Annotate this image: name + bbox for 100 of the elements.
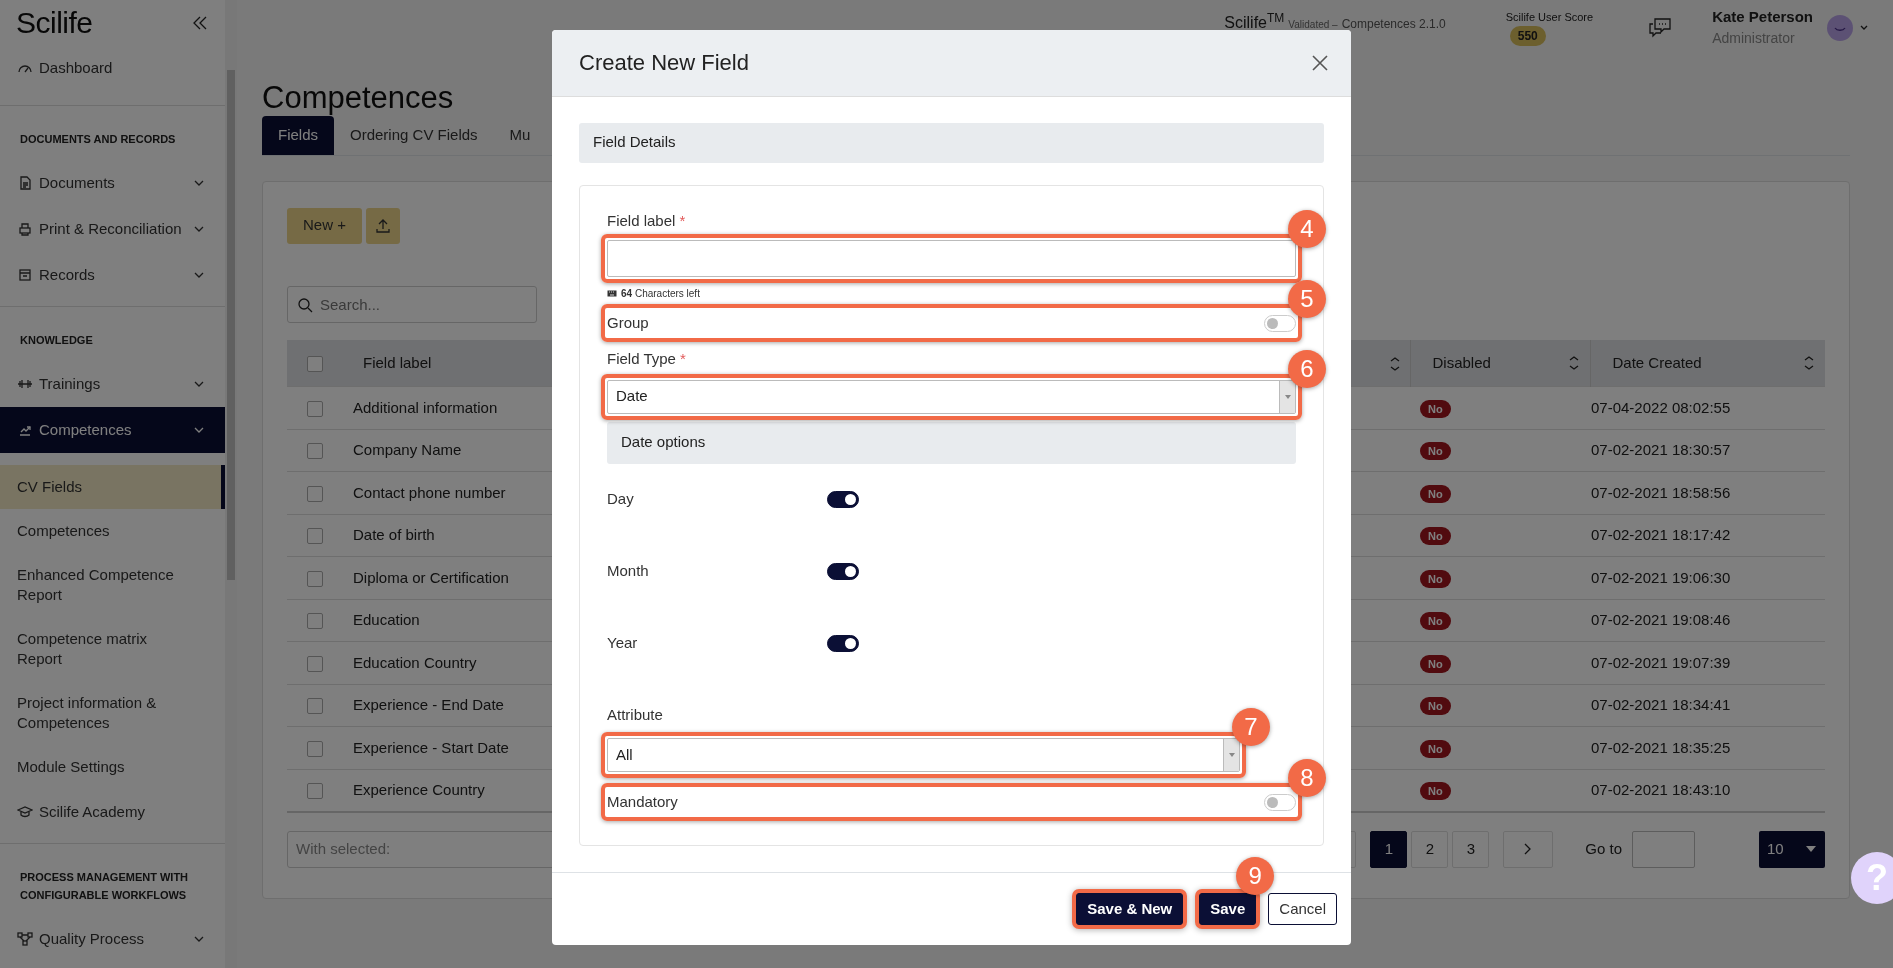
step-badge: 8 xyxy=(1288,759,1326,797)
version-label: Competences 2.1.0 xyxy=(1341,15,1446,33)
section-heading: KNOWLEDGE xyxy=(19,333,94,348)
column-header[interactable]: Disabled xyxy=(1432,351,1491,375)
row-checkbox[interactable] xyxy=(307,613,323,630)
archive-icon xyxy=(17,267,33,283)
caret-down-icon xyxy=(1227,752,1236,758)
column-header[interactable]: Field label xyxy=(363,353,432,371)
row-checkbox[interactable] xyxy=(307,570,323,587)
table-cell: 07-02-2021 18:17:42 xyxy=(1591,526,1731,544)
next-page-button[interactable] xyxy=(1503,830,1554,868)
toggle-label: Mandatory xyxy=(607,791,678,812)
row-checkbox[interactable] xyxy=(307,698,323,715)
row-checkbox[interactable] xyxy=(307,655,323,672)
chat-icon[interactable] xyxy=(1648,16,1673,39)
row-checkbox[interactable] xyxy=(307,443,323,460)
table-cell: 07-02-2021 18:30:57 xyxy=(1591,441,1731,459)
export-button[interactable] xyxy=(365,207,400,244)
sidebar-subitem[interactable]: CV Fields xyxy=(0,465,225,509)
page-button[interactable]: 2 xyxy=(1411,830,1449,868)
new-button[interactable]: New + xyxy=(287,207,362,244)
tab[interactable]: Fields xyxy=(262,116,334,155)
status-badge: No xyxy=(1420,442,1451,461)
subsection-header: Date options xyxy=(607,421,1296,464)
toggle-label: Group xyxy=(607,312,649,333)
table-cell: 07-02-2021 19:06:30 xyxy=(1591,568,1731,586)
table-cell: 07-02-2021 18:35:25 xyxy=(1591,738,1731,756)
table-cell: Additional information xyxy=(353,398,498,416)
toggle-switch[interactable] xyxy=(827,635,859,652)
tab[interactable]: Ordering CV Fields xyxy=(334,116,494,155)
row-checkbox[interactable] xyxy=(307,485,323,502)
table-cell: Experience - Start Date xyxy=(353,738,509,756)
close-icon[interactable] xyxy=(1311,53,1329,72)
sidebar-subitem[interactable]: Enhanced Competence Report xyxy=(0,553,225,617)
table-cell: Date of birth xyxy=(353,526,435,544)
toggle-switch[interactable] xyxy=(827,563,859,580)
field-label: Attribute xyxy=(607,704,664,725)
page-number-field[interactable] xyxy=(1632,830,1695,868)
score-label: Scilife User Score xyxy=(1505,10,1594,26)
sidebar-subitem[interactable]: Competences xyxy=(0,509,225,553)
sidebar-item[interactable]: Competences xyxy=(0,407,225,453)
column-header[interactable]: Date Created xyxy=(1612,351,1702,375)
page-button[interactable]: 3 xyxy=(1452,830,1490,868)
logo: Scilife xyxy=(16,5,93,41)
row-checkbox[interactable] xyxy=(307,528,323,545)
toggle-switch[interactable] xyxy=(827,491,859,508)
table-cell: Education xyxy=(353,611,420,629)
status-badge: No xyxy=(1420,697,1451,716)
sidebar-subitem[interactable]: Module Settings xyxy=(0,745,225,789)
table-cell: 07-02-2021 18:58:56 xyxy=(1591,483,1731,501)
page-size-select[interactable]: 10 xyxy=(1759,830,1825,868)
search-icon xyxy=(297,296,313,313)
step-badge: 5 xyxy=(1288,280,1326,318)
toggle-label: Year xyxy=(607,633,639,654)
sort-icon[interactable] xyxy=(1802,354,1816,371)
dialog-button[interactable]: Cancel xyxy=(1268,893,1337,925)
sidebar-subitem[interactable]: Project information & Competences xyxy=(0,681,225,745)
table-cell: Education Country xyxy=(353,653,477,671)
step-badge: 4 xyxy=(1288,210,1326,248)
toggle-label: Month xyxy=(607,561,650,582)
sidebar-item[interactable]: Records xyxy=(0,252,225,298)
sidebar-item[interactable]: Dashboard xyxy=(0,45,225,91)
avatar-icon[interactable] xyxy=(1827,14,1853,41)
table-cell: 07-02-2021 19:08:46 xyxy=(1591,611,1731,629)
edition-label: Validated – xyxy=(1288,17,1338,32)
row-checkbox[interactable] xyxy=(307,400,323,417)
section-heading: DOCUMENTS AND RECORDS xyxy=(19,132,177,147)
caret-down-icon xyxy=(1805,845,1817,854)
step-badge: 9 xyxy=(1236,857,1275,895)
toggle-label: Day xyxy=(607,489,635,510)
sidebar-item[interactable]: Documents xyxy=(0,160,225,206)
page-title: Competences xyxy=(262,79,455,117)
sidebar-item[interactable]: Print & Reconciliation xyxy=(0,206,225,252)
table-cell: Experience - End Date xyxy=(353,696,504,714)
characters-left-hint: 64 Characters left xyxy=(621,287,700,301)
status-badge: No xyxy=(1420,569,1451,588)
search-field[interactable]: Search... xyxy=(287,285,537,323)
status-badge: No xyxy=(1420,484,1451,503)
sidebar-item[interactable]: Quality Process xyxy=(0,916,225,962)
status-badge: No xyxy=(1420,399,1451,418)
sidebar-subitem[interactable]: Competence matrix Report xyxy=(0,617,225,681)
sidebar-item[interactable]: Scilife Academy xyxy=(0,789,225,835)
row-checkbox[interactable] xyxy=(307,740,323,757)
table-cell: 07-04-2022 08:02:55 xyxy=(1591,398,1731,416)
table-cell: Diploma or Certification xyxy=(353,568,509,586)
table-cell: 07-02-2021 18:34:41 xyxy=(1591,696,1731,714)
status-badge: No xyxy=(1420,612,1451,631)
table-cell: Contact phone number xyxy=(353,483,506,501)
sidebar-item[interactable]: Trainings xyxy=(0,361,225,407)
status-badge: No xyxy=(1420,739,1451,758)
scrollbar-thumb[interactable] xyxy=(227,70,235,580)
page-button[interactable]: 1 xyxy=(1370,830,1408,868)
field-label: Field label * xyxy=(607,210,687,231)
upload-icon xyxy=(373,217,392,236)
select-all-checkbox[interactable] xyxy=(307,355,323,372)
tab[interactable]: Mu xyxy=(493,116,547,155)
status-badge: No xyxy=(1420,781,1451,800)
row-checkbox[interactable] xyxy=(307,782,323,799)
table-cell: 07-02-2021 18:43:10 xyxy=(1591,780,1731,798)
go-to-label: Go to xyxy=(1585,838,1622,859)
